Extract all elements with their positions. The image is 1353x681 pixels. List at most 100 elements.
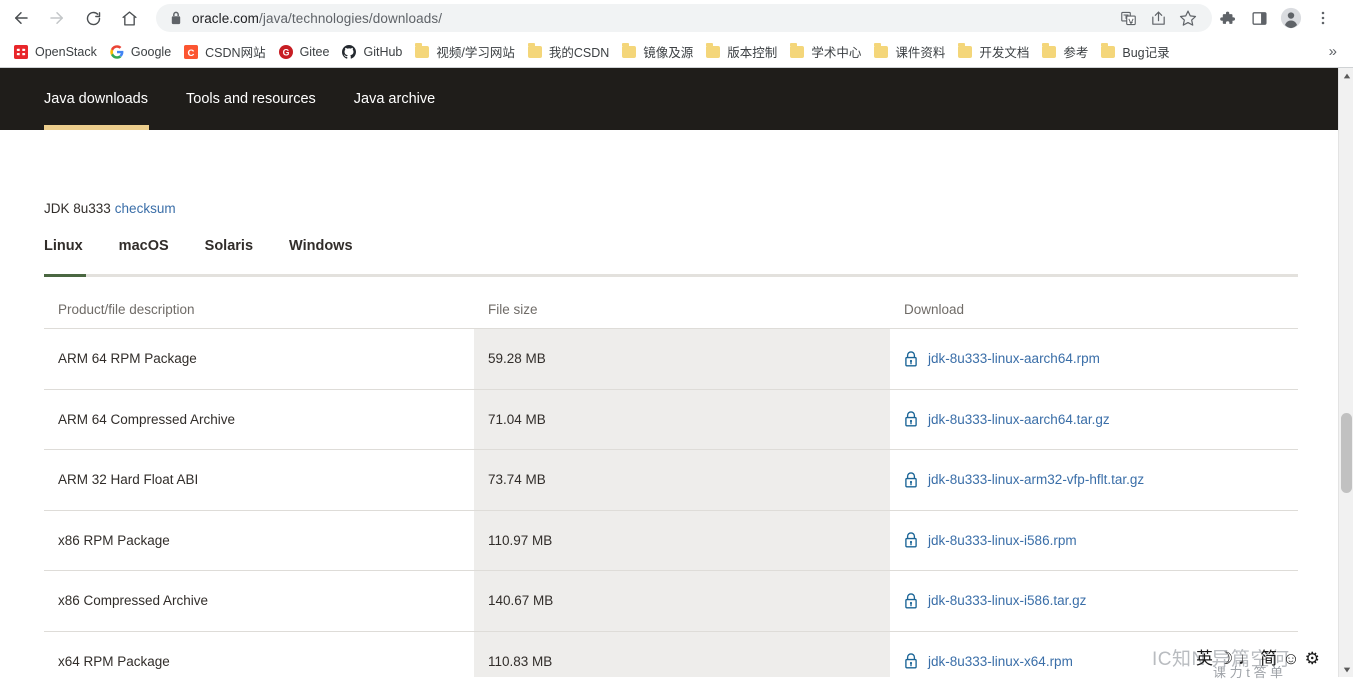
- folder-icon: [1100, 42, 1116, 60]
- ime-toolbar[interactable]: 英 ☽ ♩ 简 ☺ ⚙: [1196, 640, 1353, 677]
- site-nav-label: Tools and resources: [186, 91, 316, 107]
- bookmark-label: 镜像及源: [643, 46, 694, 60]
- tab-macos[interactable]: macOS: [119, 238, 169, 254]
- download-link[interactable]: jdk-8u333-linux-i586.tar.gz: [928, 593, 1086, 608]
- bookmark-label: GitHub: [363, 44, 403, 59]
- profile-avatar-icon[interactable]: [1276, 3, 1306, 33]
- bookmark-folder-academic[interactable]: 学术中心: [784, 40, 868, 64]
- scroll-thumb[interactable]: [1341, 413, 1352, 493]
- site-navigation-bar: Java downloads Tools and resources Java …: [0, 68, 1338, 130]
- csdn-icon: C: [183, 44, 199, 60]
- ime-settings-gear-icon[interactable]: ⚙: [1305, 650, 1320, 667]
- column-header-file-size: File size: [488, 301, 538, 317]
- os-tab-bar: Linux macOS Solaris Windows: [44, 238, 1298, 278]
- download-link[interactable]: jdk-8u333-linux-aarch64.tar.gz: [928, 412, 1110, 427]
- jdk-version-label: JDK 8u333: [44, 201, 111, 216]
- cell-description: ARM 64 Compressed Archive: [58, 411, 236, 427]
- side-panel-icon[interactable]: [1244, 3, 1274, 33]
- bookmark-github[interactable]: GitHub: [336, 40, 409, 64]
- cell-file-size: 110.97 MB: [474, 510, 890, 570]
- folder-icon: [1041, 42, 1057, 60]
- bookmark-folder-my-csdn[interactable]: 我的CSDN: [522, 40, 616, 64]
- site-security-lock-icon[interactable]: [170, 11, 182, 25]
- omnibox-actions: [1114, 4, 1202, 32]
- share-icon[interactable]: [1144, 4, 1172, 32]
- reload-icon[interactable]: [78, 3, 108, 33]
- cell-download: jdk-8u333-linux-i586.tar.gz: [890, 571, 1298, 631]
- bookmark-folder-mirrors[interactable]: 镜像及源: [616, 40, 700, 64]
- tab-solaris[interactable]: Solaris: [205, 238, 253, 254]
- scroll-up-arrow-icon[interactable]: [1339, 68, 1353, 83]
- bookmark-folder-dev-docs[interactable]: 开发文档: [952, 40, 1036, 64]
- bookmark-label: 视频/学习网站: [436, 46, 515, 60]
- browser-menu-icon[interactable]: [1308, 3, 1338, 33]
- bookmark-label: CSDN网站: [205, 46, 266, 60]
- url-host: oracle.com: [192, 10, 260, 26]
- folder-icon: [527, 42, 543, 60]
- url-path: /java/technologies/downloads/: [259, 10, 443, 26]
- download-link[interactable]: jdk-8u333-linux-x64.rpm: [928, 654, 1073, 669]
- cell-description: x64 RPM Package: [58, 653, 170, 669]
- checksum-link[interactable]: checksum: [115, 201, 176, 216]
- folder-icon: [957, 42, 973, 60]
- bookmark-google[interactable]: Google: [104, 40, 178, 64]
- table-row: ARM 64 Compressed Archive 71.04 MB jdk-8…: [44, 388, 1298, 449]
- bookmark-csdn[interactable]: C CSDN网站: [178, 40, 272, 64]
- bookmark-label: 我的CSDN: [548, 46, 610, 60]
- home-icon[interactable]: [114, 3, 144, 33]
- cell-file-size: 140.67 MB: [474, 571, 890, 631]
- ime-toolbox-icon[interactable]: 简: [1260, 650, 1277, 667]
- address-bar[interactable]: oracle.com/java/technologies/downloads/: [156, 4, 1212, 32]
- back-arrow-icon[interactable]: [6, 3, 36, 33]
- download-lock-icon: [904, 411, 918, 427]
- page-scrollbar[interactable]: [1338, 68, 1353, 677]
- svg-text:G: G: [282, 47, 289, 57]
- extensions-puzzle-icon[interactable]: [1212, 3, 1242, 33]
- cell-description: x86 Compressed Archive: [58, 593, 209, 609]
- ime-emoji-icon[interactable]: ☺: [1282, 650, 1299, 667]
- cell-download: jdk-8u333-linux-aarch64.rpm: [890, 329, 1298, 389]
- table-row: x64 RPM Package 110.83 MB jdk-8u333-linu…: [44, 630, 1298, 677]
- bookmark-folder-reference[interactable]: 参考: [1036, 40, 1095, 64]
- browser-toolbar-right: [1212, 3, 1344, 33]
- ime-note-icon[interactable]: ♩: [1238, 650, 1255, 667]
- bookmark-folder-version-control[interactable]: 版本控制: [700, 40, 784, 64]
- bookmark-folder-bug-log[interactable]: Bug记录: [1095, 40, 1176, 64]
- ime-language-mode[interactable]: 英: [1196, 650, 1213, 667]
- bookmark-openstack[interactable]: OpenStack: [8, 40, 104, 64]
- folder-icon: [705, 42, 721, 60]
- ime-moon-icon[interactable]: ☽: [1218, 650, 1233, 667]
- folder-icon: [414, 42, 430, 60]
- download-link[interactable]: jdk-8u333-linux-aarch64.rpm: [928, 351, 1100, 366]
- column-header-description: Product/file description: [58, 301, 195, 317]
- folder-icon: [789, 42, 805, 60]
- bookmark-folder-video-study[interactable]: 视频/学习网站: [409, 40, 521, 64]
- jdk-checksum-line: JDK 8u333 checksum: [44, 201, 176, 216]
- site-nav-java-downloads[interactable]: Java downloads: [44, 68, 148, 130]
- bookmark-label: 学术中心: [811, 46, 862, 60]
- bookmark-gitee[interactable]: G Gitee: [273, 40, 337, 64]
- google-icon: [109, 44, 125, 60]
- tab-linux[interactable]: Linux: [44, 238, 83, 254]
- cell-download: jdk-8u333-linux-arm32-vfp-hflt.tar.gz: [890, 450, 1298, 510]
- os-tab-label: Solaris: [204, 238, 254, 254]
- github-icon: [341, 44, 357, 60]
- bookmarks-overflow-icon[interactable]: »: [1323, 43, 1343, 60]
- svg-text:C: C: [188, 47, 195, 58]
- bookmark-star-icon[interactable]: [1174, 4, 1202, 32]
- download-link[interactable]: jdk-8u333-linux-arm32-vfp-hflt.tar.gz: [928, 472, 1144, 487]
- openstack-icon: [13, 44, 29, 60]
- tab-windows[interactable]: Windows: [289, 238, 353, 254]
- site-nav-tools-and-resources[interactable]: Tools and resources: [186, 68, 316, 130]
- translate-icon[interactable]: [1114, 4, 1142, 32]
- table-header-row: Product/file description File size Downl…: [44, 290, 1298, 328]
- site-nav-java-archive[interactable]: Java archive: [354, 68, 435, 130]
- os-tab-label: Windows: [289, 238, 353, 254]
- bookmark-folder-courseware[interactable]: 课件资料: [868, 40, 952, 64]
- cell-description: x86 RPM Package: [58, 532, 170, 548]
- page-viewport: Java downloads Tools and resources Java …: [0, 68, 1353, 677]
- download-link[interactable]: jdk-8u333-linux-i586.rpm: [928, 533, 1077, 548]
- os-tab-label: macOS: [118, 238, 169, 254]
- bookmark-label: 课件资料: [895, 46, 946, 60]
- site-nav-label: Java downloads: [44, 91, 148, 107]
